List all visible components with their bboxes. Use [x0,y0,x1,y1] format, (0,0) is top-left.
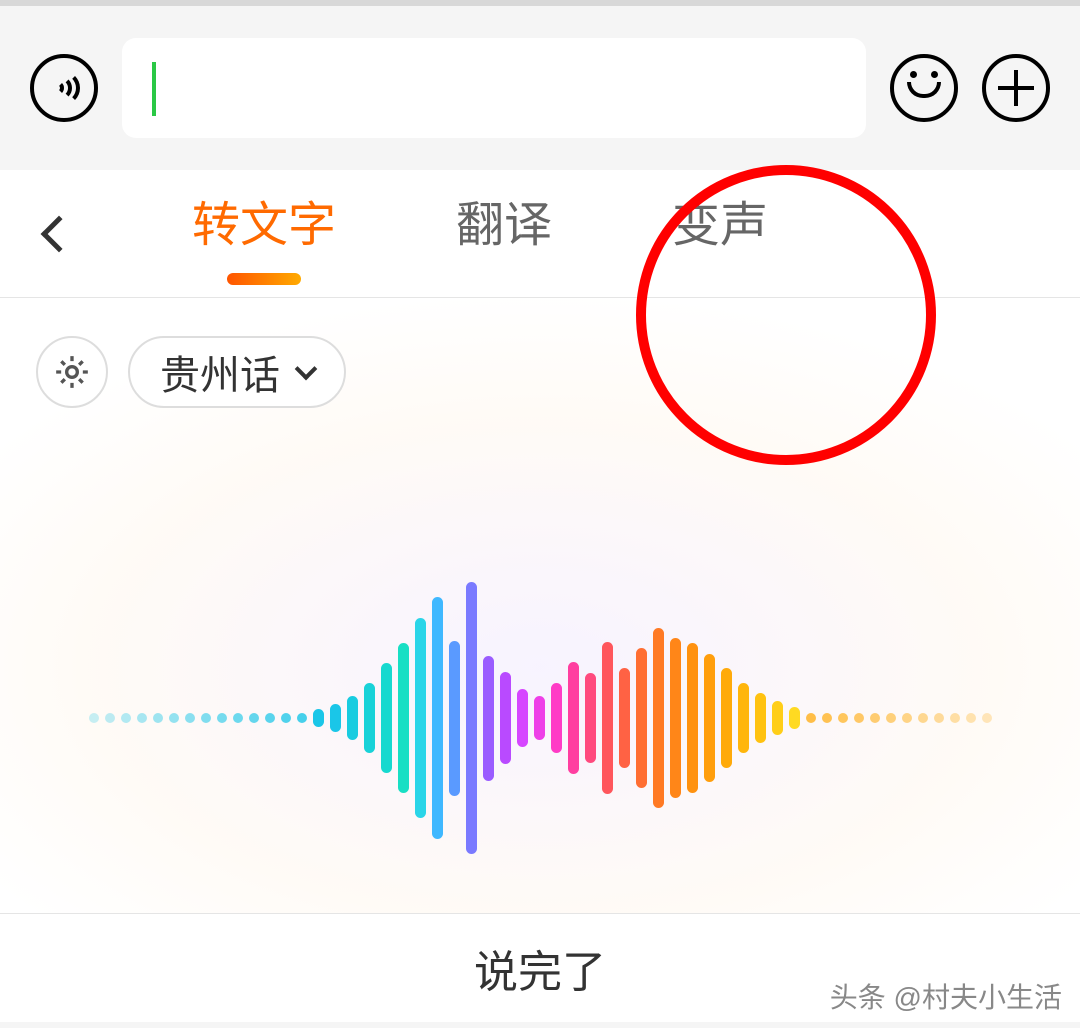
message-input[interactable] [122,38,866,138]
voice-icon[interactable] [30,54,98,122]
wave-bar [772,701,783,735]
wave-bar [449,641,460,796]
wave-bar [330,704,341,732]
wave-bar [432,597,443,839]
settings-button[interactable] [36,336,108,408]
wave-dot [966,713,976,723]
wave-dot [902,713,912,723]
wave-bar [517,689,528,747]
wave-bar [636,648,647,788]
wave-dot [201,713,211,723]
wave-bar [602,642,613,794]
wave-bar [415,618,426,818]
watermark-text: 头条 @村夫小生活 [830,976,1062,1016]
wave-bar [721,668,732,768]
wave-bar [704,654,715,782]
wave-dot [89,713,99,723]
voice-waveform [0,578,1080,858]
wave-bar [551,683,562,753]
wave-dot [982,713,992,723]
wave-bar [500,672,511,764]
wave-bar [789,707,800,729]
wave-bar [653,628,664,808]
wave-dot [281,713,291,723]
tab-label: 变声 [672,199,768,252]
wave-dot [185,713,195,723]
wave-bar [568,662,579,774]
wave-bar [585,673,596,763]
wave-bar [347,696,358,740]
tab-label: 翻译 [456,199,552,252]
tab-voice-change[interactable]: 变声 [672,185,768,283]
wave-bar [534,696,545,740]
back-icon[interactable] [41,215,78,252]
wave-dot [169,713,179,723]
wave-bar [619,668,630,768]
wave-dot [822,713,832,723]
wave-bar [687,643,698,793]
dialect-select[interactable]: 贵州话 [128,336,346,408]
gear-icon [52,352,92,392]
wave-dot [934,713,944,723]
wave-dot [265,713,275,723]
wave-bar [398,643,409,793]
done-button[interactable]: 说完了 [474,936,606,1000]
voice-content: 贵州话 [0,298,1080,914]
tab-indicator [227,273,301,285]
wave-bar [670,638,681,798]
wave-dot [153,713,163,723]
tab-label: 转文字 [192,199,336,252]
dialect-label: 贵州话 [160,343,280,401]
wave-dot [121,713,131,723]
voice-tabs: 转文字 翻译 变声 [0,170,1080,298]
plus-icon[interactable] [982,54,1050,122]
input-toolbar [0,0,1080,170]
text-cursor [152,62,156,116]
wave-dot [217,713,227,723]
wave-bar [381,663,392,773]
wave-dot [297,713,307,723]
wave-bar [313,709,324,727]
wave-dot [249,713,259,723]
wave-dot [233,713,243,723]
wave-bar [466,582,477,854]
wave-dot [870,713,880,723]
emoji-icon[interactable] [890,54,958,122]
wave-bar [364,683,375,753]
wave-bar [738,683,749,753]
wave-dot [854,713,864,723]
wave-bar [483,656,494,781]
wave-dot [950,713,960,723]
wave-dot [806,713,816,723]
tab-to-text[interactable]: 转文字 [192,185,336,283]
wave-dot [838,713,848,723]
wave-dot [105,713,115,723]
tab-translate[interactable]: 翻译 [456,185,552,283]
wave-dot [886,713,896,723]
wave-dot [137,713,147,723]
wave-bar [755,693,766,743]
wave-dot [918,713,928,723]
chevron-down-icon [295,358,318,381]
